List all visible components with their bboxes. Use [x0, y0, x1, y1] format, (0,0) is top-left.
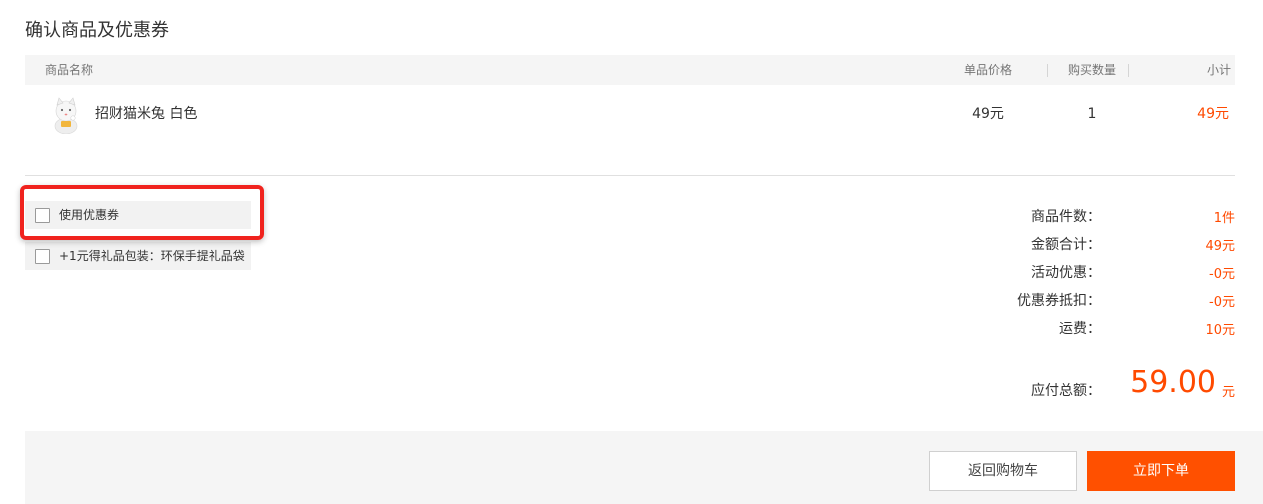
header-product-name: 商品名称 — [45, 63, 94, 77]
summary-promotion-value: -0元 — [1209, 267, 1235, 282]
product-quantity: 1 — [1087, 106, 1097, 122]
summary-shipping-value: 10元 — [1205, 323, 1235, 338]
summary-coupon-deduct-value: -0元 — [1209, 295, 1235, 310]
product-price: 49元 — [972, 106, 1004, 122]
page-title: 确认商品及优惠券 — [25, 20, 169, 41]
use-coupon-label[interactable]: 使用优惠券 — [59, 201, 119, 229]
footer-action-bar — [25, 431, 1263, 504]
payable-total-unit: 元 — [1221, 385, 1235, 400]
table-row: 招财猫米兔 白色 49元 1 49元 — [25, 85, 1235, 145]
header-quantity: 购买数量 — [1067, 63, 1116, 77]
summary-item-count-label: 商品件数： — [1031, 209, 1101, 225]
summary-coupon-deduct-label: 优惠券抵扣： — [1017, 293, 1101, 309]
payable-total-amount: 59.00 — [1130, 365, 1216, 400]
header-divider — [1047, 64, 1048, 77]
summary-amount-total-value: 49元 — [1205, 239, 1235, 254]
summary-item-count-value: 1件 — [1213, 211, 1235, 226]
use-coupon-checkbox[interactable] — [35, 208, 50, 223]
gift-wrap-option[interactable]: +1元得礼品包装：环保手提礼品袋 — [25, 242, 251, 270]
place-order-button[interactable]: 立即下单 — [1087, 451, 1235, 491]
gift-wrap-checkbox[interactable] — [35, 249, 50, 264]
divider — [25, 175, 1235, 176]
summary-amount-total-label: 金额合计： — [1031, 237, 1101, 253]
payable-total-label: 应付总额： — [1031, 383, 1101, 399]
back-to-cart-button[interactable]: 返回购物车 — [929, 451, 1077, 491]
summary-shipping-label: 运费： — [1059, 321, 1101, 337]
table-header: 商品名称 单品价格 购买数量 小计 — [25, 55, 1235, 85]
product-name[interactable]: 招财猫米兔 白色 — [95, 85, 197, 143]
header-subtotal: 小计 — [1206, 63, 1231, 77]
header-divider — [1128, 64, 1129, 77]
product-thumbnail-image[interactable] — [48, 96, 84, 135]
summary-promotion-label: 活动优惠： — [1031, 265, 1101, 281]
product-subtotal: 49元 — [1197, 106, 1229, 122]
use-coupon-option[interactable]: 使用优惠券 — [25, 201, 251, 229]
header-unit-price: 单品价格 — [963, 63, 1012, 77]
gift-wrap-label[interactable]: +1元得礼品包装：环保手提礼品袋 — [59, 242, 245, 270]
